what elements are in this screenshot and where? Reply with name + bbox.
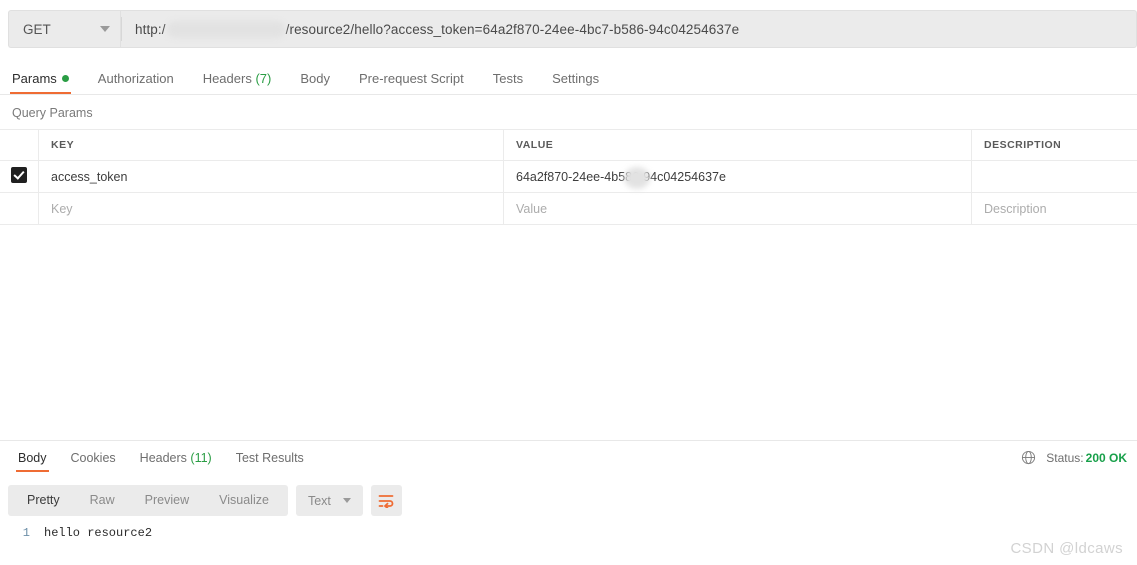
status-label-group: Status:200 OK	[1046, 451, 1127, 465]
response-body-toolbar: Pretty Raw Preview Visualize Text	[8, 485, 402, 516]
column-header-key: KEY	[39, 130, 504, 161]
status-code: 200 OK	[1086, 451, 1127, 465]
body-view-mode-group: Pretty Raw Preview Visualize	[8, 485, 288, 516]
response-tab-test-results[interactable]: Test Results	[236, 451, 304, 472]
response-body-code[interactable]: 1 hello resource2	[0, 524, 1137, 543]
redacted-token-blur	[624, 167, 650, 189]
body-format-label: Text	[308, 494, 331, 508]
row-description-cell[interactable]	[972, 161, 1137, 193]
watermark-text: CSDN @ldcaws	[1010, 540, 1123, 557]
response-tab-headers[interactable]: Headers (11)	[140, 451, 212, 472]
view-mode-visualize[interactable]: Visualize	[204, 485, 284, 516]
tab-body[interactable]: Body	[300, 71, 330, 94]
word-wrap-button[interactable]	[371, 485, 402, 516]
tab-headers-label: Headers	[203, 71, 252, 86]
response-tab-headers-label: Headers	[140, 451, 187, 465]
status-label: Status:	[1046, 451, 1083, 465]
response-tab-headers-count: (11)	[190, 451, 211, 465]
response-tab-cookies-label: Cookies	[71, 451, 116, 465]
tab-tests-label: Tests	[493, 71, 523, 86]
code-line: 1 hello resource2	[0, 524, 1137, 543]
row-key-cell[interactable]: access_token	[39, 161, 504, 193]
params-active-dot-icon	[62, 75, 69, 82]
placeholder-value-input[interactable]: Value	[504, 193, 972, 225]
http-method-select[interactable]: GET	[8, 10, 120, 48]
query-params-title: Query Params	[0, 95, 1137, 129]
code-line-text: hello resource2	[44, 524, 152, 543]
response-tab-body-label: Body	[18, 451, 47, 465]
table-row: access_token 64a2f870-24ee-4b586-94c0425…	[0, 161, 1137, 193]
globe-icon[interactable]	[1021, 450, 1036, 465]
placeholder-checkbox-cell	[0, 193, 39, 225]
tab-pre-request-script[interactable]: Pre-request Script	[359, 71, 464, 94]
body-format-select[interactable]: Text	[296, 485, 363, 516]
url-divider	[121, 17, 122, 41]
column-header-checkbox	[0, 130, 39, 161]
request-url-bar: GET http:/ /resource2/hello?access_token=…	[0, 10, 1137, 48]
checkbox-checked-icon[interactable]	[11, 167, 27, 183]
column-header-description: DESCRIPTION	[972, 130, 1137, 161]
response-status-area: Status:200 OK	[1021, 450, 1127, 465]
view-mode-preview[interactable]: Preview	[130, 485, 204, 516]
table-header-row: KEY VALUE DESCRIPTION	[0, 130, 1137, 161]
query-params-table: KEY VALUE DESCRIPTION access_token 64a2f…	[0, 129, 1137, 225]
response-tab-test-results-label: Test Results	[236, 451, 304, 465]
row-value-cell[interactable]: 64a2f870-24ee-4b586-94c04254637e	[504, 161, 972, 193]
http-method-label: GET	[23, 22, 51, 37]
tab-headers-count: (7)	[255, 71, 271, 86]
view-mode-raw[interactable]: Raw	[75, 485, 130, 516]
url-text-suffix: /resource2/hello?access_token=64a2f870-2…	[286, 22, 740, 37]
view-mode-pretty[interactable]: Pretty	[12, 485, 75, 516]
request-tab-bar: Params Authorization Headers (7) Body Pr…	[0, 60, 1137, 95]
tab-pre-request-script-label: Pre-request Script	[359, 71, 464, 86]
response-tab-bar: Body Cookies Headers (11) Test Results	[0, 441, 1137, 472]
url-input[interactable]: http:/ /resource2/hello?access_token=64a2…	[120, 10, 1137, 48]
row-value-text-wrap: 64a2f870-24ee-4b586-94c04254637e	[516, 170, 726, 184]
tab-headers[interactable]: Headers (7)	[203, 71, 272, 94]
chevron-down-icon	[100, 26, 110, 32]
row-enable-checkbox-cell[interactable]	[0, 161, 39, 193]
response-tab-cookies[interactable]: Cookies	[71, 451, 116, 472]
placeholder-description-input[interactable]: Description	[972, 193, 1137, 225]
response-tab-body[interactable]: Body	[18, 451, 47, 472]
placeholder-key-input[interactable]: Key	[39, 193, 504, 225]
chevron-down-icon	[343, 498, 351, 503]
tab-body-label: Body	[300, 71, 330, 86]
row-value-before: 64a2f870-24ee-4b	[516, 170, 618, 184]
tab-settings[interactable]: Settings	[552, 71, 599, 94]
column-header-value: VALUE	[504, 130, 972, 161]
tab-authorization-label: Authorization	[98, 71, 174, 86]
tab-params[interactable]: Params	[12, 71, 69, 94]
redacted-host-blur	[167, 21, 285, 38]
tab-params-label: Params	[12, 71, 57, 86]
tab-settings-label: Settings	[552, 71, 599, 86]
code-line-number: 1	[0, 524, 44, 543]
tab-tests[interactable]: Tests	[493, 71, 523, 94]
url-text-prefix: http:/	[135, 22, 166, 37]
tab-authorization[interactable]: Authorization	[98, 71, 174, 94]
table-row-placeholder: Key Value Description	[0, 193, 1137, 225]
